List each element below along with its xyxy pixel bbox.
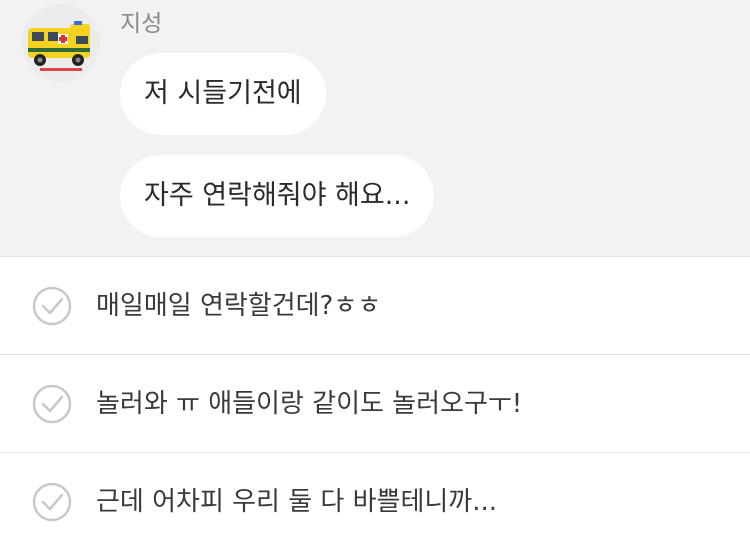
reply-option[interactable]: 놀러와 ㅠ 애들이랑 같이도 놀러오구ㅜ!	[0, 355, 750, 453]
chat-area: 지성 저 시들기전에 자주 연락해줘야 해요...	[0, 0, 750, 256]
check-circle-icon	[32, 286, 72, 326]
ambulance-icon	[22, 4, 100, 82]
check-circle-icon	[32, 482, 72, 522]
reply-option-text: 놀러와 ㅠ 애들이랑 같이도 놀러오구ㅜ!	[96, 389, 523, 419]
message-bubble: 저 시들기전에	[120, 53, 326, 135]
reply-option[interactable]: 매일매일 연락할건데?ㅎㅎ	[0, 257, 750, 355]
reply-option[interactable]: 근데 어차피 우리 둘 다 바쁠테니까...	[0, 453, 750, 551]
reply-option-text: 매일매일 연락할건데?ㅎㅎ	[96, 291, 382, 321]
sender-name: 지성	[120, 11, 163, 37]
check-circle-icon	[32, 384, 72, 424]
message-bubble: 자주 연락해줘야 해요...	[120, 155, 435, 237]
reply-option-text: 근데 어차피 우리 둘 다 바쁠테니까...	[96, 487, 497, 517]
reply-options: 매일매일 연락할건데?ㅎㅎ 놀러와 ㅠ 애들이랑 같이도 놀러오구ㅜ! 근데 어…	[0, 256, 750, 547]
avatar[interactable]	[22, 4, 100, 82]
